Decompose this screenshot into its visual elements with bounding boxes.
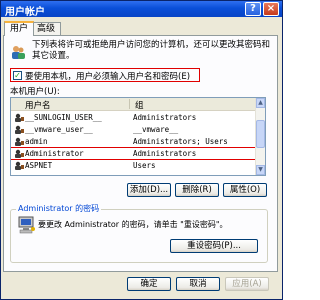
table-row[interactable]: ASPNET Users — [11, 160, 257, 171]
column-divider[interactable] — [129, 99, 130, 109]
user-name: Administrator — [25, 149, 84, 158]
user-name: admin — [25, 137, 48, 146]
close-button[interactable]: × — [263, 2, 279, 16]
require-login-option[interactable]: ✓ 要使用本机，用户必须输入用户名和密码(E) — [10, 68, 200, 82]
column-group[interactable]: 组 — [135, 99, 144, 111]
user-group: Users — [133, 161, 156, 170]
require-login-label[interactable]: 要使用本机，用户必须输入用户名和密码(E) — [25, 70, 190, 82]
user-icon — [15, 161, 24, 170]
users-list[interactable]: 用户名 组 __SUNLOGIN_USER__ Administrators _… — [10, 97, 266, 176]
cancel-button[interactable]: 取消 — [176, 277, 220, 291]
table-row[interactable]: __SUNLOGIN_USER__ Administrators — [11, 112, 257, 123]
user-icon — [15, 125, 24, 134]
table-row-selected[interactable]: Administrator Administrators — [11, 147, 258, 160]
list-header: 用户名 组 — [11, 98, 257, 111]
user-icon — [15, 137, 24, 146]
computer-password-icon — [18, 216, 35, 234]
scroll-down-arrow-icon[interactable]: ▼ — [256, 165, 265, 175]
title-bar[interactable]: 用户帐户 ? × — [1, 1, 282, 18]
tab-users[interactable]: 用户 — [4, 21, 35, 36]
help-button[interactable]: ? — [245, 2, 261, 16]
user-name: __SUNLOGIN_USER__ — [25, 113, 102, 122]
table-row[interactable]: admin Administrators; Users — [11, 136, 257, 147]
password-group-title: Administrator 的密码 — [16, 203, 102, 214]
user-name: __vmware_user__ — [25, 125, 93, 134]
window-title: 用户帐户 — [5, 7, 45, 18]
user-icon — [15, 113, 24, 122]
user-group: Administrators — [133, 149, 197, 158]
user-group: Administrators; Users — [133, 137, 228, 146]
ok-button[interactable]: 确定 — [127, 277, 171, 291]
intro-text: 下列表将许可或拒绝用户访问您的计算机，还可以更改其密码和其它设置。 — [32, 40, 271, 61]
list-scrollbar[interactable]: ▲ ▼ — [255, 98, 265, 175]
add-user-button[interactable]: 添加(D)... — [127, 183, 171, 197]
password-instruction-text: 要更改 Administrator 的密码，请单击 "重设密码"。 — [38, 220, 228, 229]
require-login-checkbox[interactable]: ✓ — [13, 71, 22, 80]
reset-password-button[interactable]: 重设密码(P)... — [170, 239, 258, 253]
remove-user-button[interactable]: 删除(R) — [175, 183, 219, 197]
user-group: Administrators — [133, 113, 197, 122]
users-icon — [12, 46, 25, 59]
local-users-label: 本机用户(U): — [10, 87, 60, 97]
apply-button[interactable]: 应用(A) — [225, 277, 269, 291]
column-username[interactable]: 用户名 — [25, 99, 51, 111]
properties-button[interactable]: 属性(O) — [223, 183, 267, 197]
user-icon — [15, 149, 24, 158]
table-row[interactable]: __vmware_user__ __vmware__ — [11, 124, 257, 135]
user-name: ASPNET — [25, 161, 53, 170]
scrollbar-thumb[interactable] — [256, 120, 265, 148]
tab-advanced[interactable]: 高级 — [31, 22, 62, 35]
user-group: __vmware__ — [133, 125, 179, 134]
password-group — [10, 209, 268, 263]
scroll-up-arrow-icon[interactable]: ▲ — [256, 98, 265, 108]
